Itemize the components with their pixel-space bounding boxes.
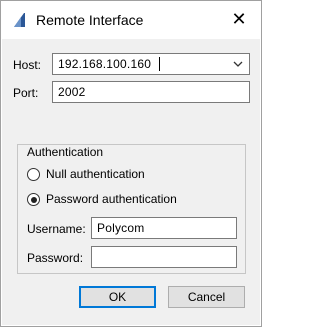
ok-button[interactable]: OK xyxy=(79,286,156,308)
authentication-group-label: Authentication xyxy=(27,145,104,159)
password-label: Password: xyxy=(27,251,84,265)
dialog-body: Host: 192.168.100.160 Port: 2002 Authent… xyxy=(2,39,260,325)
username-value: Polycom xyxy=(97,221,145,235)
password-input[interactable] xyxy=(91,246,237,268)
username-label: Username: xyxy=(27,222,86,236)
host-combobox[interactable]: 192.168.100.160 xyxy=(52,53,250,75)
username-input[interactable]: Polycom xyxy=(91,217,237,239)
window-title: Remote Interface xyxy=(36,12,144,28)
host-label: Host: xyxy=(13,58,42,72)
remote-interface-dialog: Remote Interface ✕ Host: 192.168.100.160… xyxy=(0,0,262,327)
password-auth-label[interactable]: Password authentication xyxy=(46,192,177,206)
port-label: Port: xyxy=(13,86,39,100)
title-bar: Remote Interface ✕ xyxy=(1,1,261,39)
port-input[interactable]: 2002 xyxy=(52,81,250,103)
close-icon[interactable]: ✕ xyxy=(229,9,249,29)
chevron-down-icon[interactable] xyxy=(231,57,245,71)
port-value: 2002 xyxy=(58,85,86,99)
null-auth-radio[interactable] xyxy=(27,168,40,181)
password-auth-radio[interactable] xyxy=(27,193,40,206)
app-logo-icon xyxy=(14,13,25,27)
null-auth-label[interactable]: Null authentication xyxy=(46,167,145,181)
text-cursor xyxy=(159,57,160,71)
radio-selected-dot xyxy=(30,196,37,203)
cancel-button[interactable]: Cancel xyxy=(168,286,245,308)
host-value: 192.168.100.160 xyxy=(58,57,152,71)
